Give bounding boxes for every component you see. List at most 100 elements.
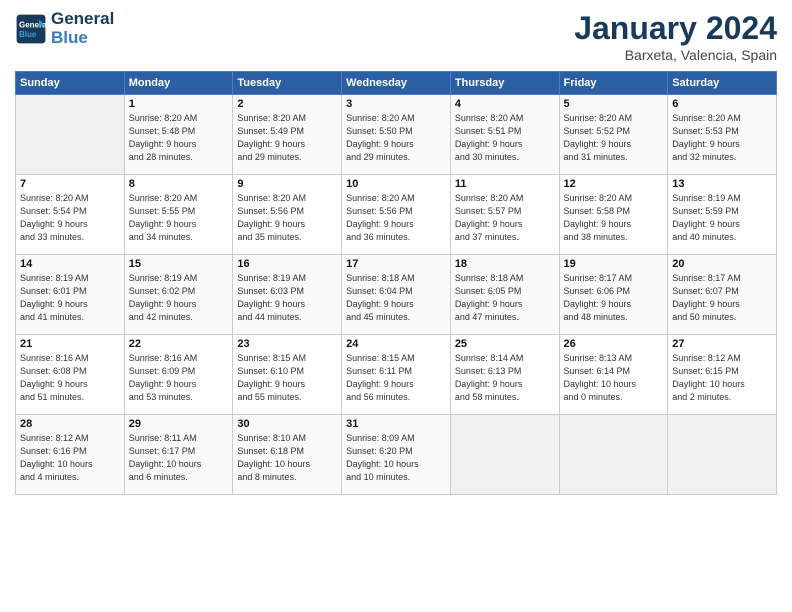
calendar-cell: 15 Sunrise: 8:19 AM Sunset: 6:02 PM Dayli… xyxy=(124,255,233,335)
day-info: Sunrise: 8:20 AM Sunset: 5:48 PM Dayligh… xyxy=(129,112,229,164)
logo-text-block: General Blue xyxy=(51,10,114,47)
calendar-cell: 13Sunrise: 8:19 AM Sunset: 5:59 PM Dayli… xyxy=(668,175,777,255)
calendar-cell: 5Sunrise: 8:20 AM Sunset: 5:52 PM Daylig… xyxy=(559,95,668,175)
calendar-cell: 6 Sunrise: 8:20 AM Sunset: 5:53 PM Daylig… xyxy=(668,95,777,175)
calendar-cell: 19 Sunrise: 8:17 AM Sunset: 6:06 PM Dayli… xyxy=(559,255,668,335)
weekday-friday: Friday xyxy=(559,72,668,95)
day-number: 5 xyxy=(564,98,664,110)
calendar-cell: 21 Sunrise: 8:16 AM Sunset: 6:08 PM Dayli… xyxy=(16,335,125,415)
calendar-cell: 31 Sunrise: 8:09 AM Sunset: 6:20 PM Dayli… xyxy=(342,415,451,495)
day-info: Sunrise: 8:20 AM Sunset: 5:56 PM Dayligh… xyxy=(346,192,446,244)
calendar-cell: 30 Sunrise: 8:10 AM Sunset: 6:18 PM Dayli… xyxy=(233,415,342,495)
day-info: Sunrise: 8:20 AM Sunset: 5:49 PM Dayligh… xyxy=(237,112,337,164)
header: General Blue General Blue January 2024 B… xyxy=(15,10,777,63)
day-info: Sunrise: 8:19 AM Sunset: 6:02 PM Dayligh… xyxy=(129,272,229,324)
day-number: 14 xyxy=(20,258,120,270)
day-number: 18 xyxy=(455,258,555,270)
calendar-cell: 10 Sunrise: 8:20 AM Sunset: 5:56 PM Dayli… xyxy=(342,175,451,255)
calendar-cell: 1 Sunrise: 8:20 AM Sunset: 5:48 PM Daylig… xyxy=(124,95,233,175)
day-info: Sunrise: 8:19 AM Sunset: 6:03 PM Dayligh… xyxy=(237,272,337,324)
day-number: 27 xyxy=(672,338,772,350)
calendar-cell: 8Sunrise: 8:20 AM Sunset: 5:55 PM Daylig… xyxy=(124,175,233,255)
day-info: Sunrise: 8:19 AM Sunset: 5:59 PM Dayligh… xyxy=(672,192,772,244)
calendar-cell xyxy=(450,415,559,495)
calendar-cell: 14Sunrise: 8:19 AM Sunset: 6:01 PM Dayli… xyxy=(16,255,125,335)
weekday-monday: Monday xyxy=(124,72,233,95)
day-number: 16 xyxy=(237,258,337,270)
weekday-thursday: Thursday xyxy=(450,72,559,95)
weekday-header-row: SundayMondayTuesdayWednesdayThursdayFrid… xyxy=(16,72,777,95)
day-number: 19 xyxy=(564,258,664,270)
day-info: Sunrise: 8:16 AM Sunset: 6:08 PM Dayligh… xyxy=(20,352,120,404)
day-number: 2 xyxy=(237,98,337,110)
calendar-cell: 2 Sunrise: 8:20 AM Sunset: 5:49 PM Daylig… xyxy=(233,95,342,175)
day-number: 28 xyxy=(20,418,120,430)
day-info: Sunrise: 8:12 AM Sunset: 6:15 PM Dayligh… xyxy=(672,352,772,404)
day-number: 7 xyxy=(20,178,120,190)
day-number: 23 xyxy=(237,338,337,350)
day-number: 26 xyxy=(564,338,664,350)
day-info: Sunrise: 8:18 AM Sunset: 6:04 PM Dayligh… xyxy=(346,272,446,324)
day-number: 9 xyxy=(237,178,337,190)
weekday-saturday: Saturday xyxy=(668,72,777,95)
day-number: 6 xyxy=(672,98,772,110)
calendar-cell xyxy=(559,415,668,495)
day-info: Sunrise: 8:12 AM Sunset: 6:16 PM Dayligh… xyxy=(20,432,120,484)
day-number: 15 xyxy=(129,258,229,270)
week-row-1: 1 Sunrise: 8:20 AM Sunset: 5:48 PM Daylig… xyxy=(16,95,777,175)
day-info: Sunrise: 8:20 AM Sunset: 5:53 PM Dayligh… xyxy=(672,112,772,164)
calendar-cell: 23Sunrise: 8:15 AM Sunset: 6:10 PM Dayli… xyxy=(233,335,342,415)
calendar-cell: 16 Sunrise: 8:19 AM Sunset: 6:03 PM Dayli… xyxy=(233,255,342,335)
logo-general: General xyxy=(51,10,114,29)
location-subtitle: Barxeta, Valencia, Spain xyxy=(574,47,777,63)
calendar-cell: 18Sunrise: 8:18 AM Sunset: 6:05 PM Dayli… xyxy=(450,255,559,335)
logo: General Blue General Blue xyxy=(15,10,114,47)
day-info: Sunrise: 8:20 AM Sunset: 5:58 PM Dayligh… xyxy=(564,192,664,244)
day-info: Sunrise: 8:14 AM Sunset: 6:13 PM Dayligh… xyxy=(455,352,555,404)
calendar-page: General Blue General Blue January 2024 B… xyxy=(0,0,792,612)
day-info: Sunrise: 8:17 AM Sunset: 6:06 PM Dayligh… xyxy=(564,272,664,324)
day-info: Sunrise: 8:11 AM Sunset: 6:17 PM Dayligh… xyxy=(129,432,229,484)
day-number: 4 xyxy=(455,98,555,110)
weekday-wednesday: Wednesday xyxy=(342,72,451,95)
calendar-body: 1 Sunrise: 8:20 AM Sunset: 5:48 PM Daylig… xyxy=(16,95,777,495)
day-number: 24 xyxy=(346,338,446,350)
day-number: 30 xyxy=(237,418,337,430)
calendar-cell: 20Sunrise: 8:17 AM Sunset: 6:07 PM Dayli… xyxy=(668,255,777,335)
weekday-sunday: Sunday xyxy=(16,72,125,95)
day-info: Sunrise: 8:17 AM Sunset: 6:07 PM Dayligh… xyxy=(672,272,772,324)
weekday-tuesday: Tuesday xyxy=(233,72,342,95)
logo-icon: General Blue xyxy=(15,13,47,45)
day-number: 1 xyxy=(129,98,229,110)
day-info: Sunrise: 8:16 AM Sunset: 6:09 PM Dayligh… xyxy=(129,352,229,404)
calendar-cell: 4 Sunrise: 8:20 AM Sunset: 5:51 PM Daylig… xyxy=(450,95,559,175)
calendar-cell: 22Sunrise: 8:16 AM Sunset: 6:09 PM Dayli… xyxy=(124,335,233,415)
calendar-cell: 27 Sunrise: 8:12 AM Sunset: 6:15 PM Dayli… xyxy=(668,335,777,415)
day-info: Sunrise: 8:20 AM Sunset: 5:51 PM Dayligh… xyxy=(455,112,555,164)
day-info: Sunrise: 8:20 AM Sunset: 5:57 PM Dayligh… xyxy=(455,192,555,244)
week-row-4: 21 Sunrise: 8:16 AM Sunset: 6:08 PM Dayli… xyxy=(16,335,777,415)
day-number: 25 xyxy=(455,338,555,350)
calendar-cell xyxy=(16,95,125,175)
calendar-cell: 3Sunrise: 8:20 AM Sunset: 5:50 PM Daylig… xyxy=(342,95,451,175)
day-number: 12 xyxy=(564,178,664,190)
day-number: 31 xyxy=(346,418,446,430)
logo-blue: Blue xyxy=(51,29,114,48)
day-number: 10 xyxy=(346,178,446,190)
calendar-cell: 9Sunrise: 8:20 AM Sunset: 5:56 PM Daylig… xyxy=(233,175,342,255)
day-info: Sunrise: 8:20 AM Sunset: 5:54 PM Dayligh… xyxy=(20,192,120,244)
calendar-cell: 25 Sunrise: 8:14 AM Sunset: 6:13 PM Dayli… xyxy=(450,335,559,415)
calendar-cell: 11 Sunrise: 8:20 AM Sunset: 5:57 PM Dayli… xyxy=(450,175,559,255)
calendar-cell xyxy=(668,415,777,495)
day-info: Sunrise: 8:20 AM Sunset: 5:55 PM Dayligh… xyxy=(129,192,229,244)
day-number: 21 xyxy=(20,338,120,350)
day-number: 11 xyxy=(455,178,555,190)
calendar-cell: 29Sunrise: 8:11 AM Sunset: 6:17 PM Dayli… xyxy=(124,415,233,495)
calendar-cell: 7 Sunrise: 8:20 AM Sunset: 5:54 PM Daylig… xyxy=(16,175,125,255)
calendar-cell: 24Sunrise: 8:15 AM Sunset: 6:11 PM Dayli… xyxy=(342,335,451,415)
week-row-3: 14Sunrise: 8:19 AM Sunset: 6:01 PM Dayli… xyxy=(16,255,777,335)
week-row-2: 7 Sunrise: 8:20 AM Sunset: 5:54 PM Daylig… xyxy=(16,175,777,255)
day-info: Sunrise: 8:10 AM Sunset: 6:18 PM Dayligh… xyxy=(237,432,337,484)
day-info: Sunrise: 8:09 AM Sunset: 6:20 PM Dayligh… xyxy=(346,432,446,484)
svg-text:Blue: Blue xyxy=(19,30,37,39)
